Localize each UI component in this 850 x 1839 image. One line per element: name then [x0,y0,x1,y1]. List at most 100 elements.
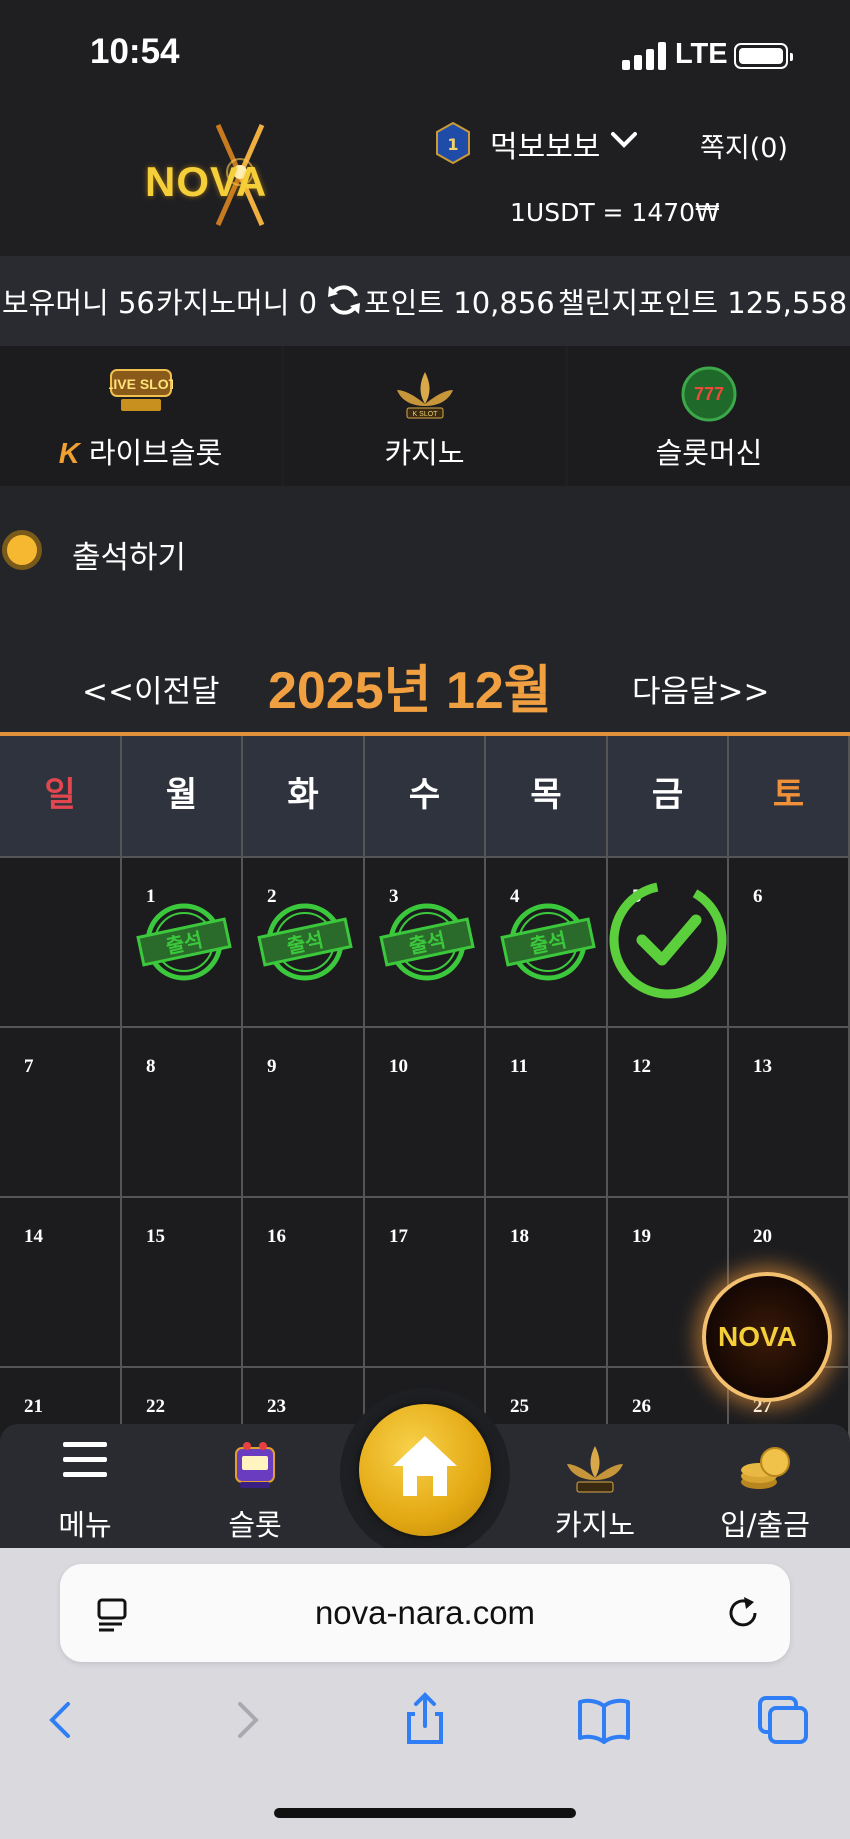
casino-money-balance: 카지노머니 0 [156,286,318,320]
weekday-header: 수 [365,736,486,858]
status-time: 10:54 [90,32,180,71]
day-number: 10 [389,1056,408,1077]
calendar-day: 16 [243,1198,365,1368]
live-slot-icon: LIVE SLOT [109,369,173,411]
tab-casino[interactable]: K SLOT 카지노 [284,346,565,486]
calendar-day: 2 출석 [243,858,365,1028]
nav-casino-label: 카지노 [554,1508,636,1542]
slot-machine-icon [235,1442,275,1488]
svg-text:777: 777 [694,384,724,404]
forward-icon[interactable] [216,1690,276,1750]
tab-live-slot[interactable]: LIVE SLOT K 라이브슬롯 [0,346,281,486]
day-number: 26 [632,1396,651,1417]
day-number: 8 [146,1056,156,1077]
day-number: 9 [267,1056,277,1077]
day-number: 25 [510,1396,529,1417]
floating-nova-button[interactable]: NOVA [702,1272,832,1402]
nav-slot-label: 슬롯 [228,1508,282,1542]
day-number: 17 [389,1226,408,1247]
calendar-day: 17 [365,1198,486,1368]
casino-lotus-icon: K SLOT [396,372,453,419]
logo-text: NOVA [145,158,268,205]
attendance-title: 출석하기 [72,540,187,576]
day-number: 22 [146,1396,165,1417]
svg-text:1: 1 [447,135,458,154]
challenge-point-balance: 챌린지포인트 125,558 [558,286,848,320]
calendar-day: 15 [122,1198,243,1368]
nav-casino[interactable]: 카지노 [520,1424,670,1548]
today-check-icon [609,881,727,999]
attendance-stamp-icon: 출석 [379,903,475,981]
calendar-day: 12 [608,1028,729,1198]
nav-slot[interactable]: 슬롯 [180,1424,330,1548]
exchange-rate: 1USDT = 1470₩ [510,198,720,227]
svg-text:LIVE SLOT: LIVE SLOT [109,376,173,392]
calendar-day: 13 [729,1028,850,1198]
share-icon[interactable] [395,1690,455,1750]
day-number: 6 [753,886,763,907]
day-number: 18 [510,1226,529,1247]
attendance-header: 출석하기 <<이전달 2025년 12월 다음달>> [0,486,850,732]
day-number: 7 [24,1056,34,1077]
calendar-day: 5 [608,858,729,1028]
point-balance: 포인트 10,856 [364,286,555,320]
chevron-down-icon[interactable] [610,130,638,150]
calendar-day: 9 [243,1028,365,1198]
next-month-button[interactable]: 다음달>> [632,666,770,711]
tab-label-live-slot: 라이브슬롯 [88,436,223,470]
calendar-day [0,858,122,1028]
day-number: 21 [24,1396,43,1417]
tabs-icon[interactable] [754,1690,814,1750]
back-icon[interactable] [32,1690,92,1750]
calendar-day: 3 출석 [365,858,486,1028]
nav-menu[interactable]: 메뉴 [10,1424,160,1548]
rank-badge-icon: 1 [436,122,470,164]
attendance-stamp-icon: 출석 [500,903,596,981]
battery-icon [734,43,793,69]
casino-lotus-icon [567,1446,623,1493]
address-bar[interactable]: nova-nara.com [60,1564,790,1662]
home-indicator [274,1808,576,1818]
refresh-icon[interactable] [326,282,362,318]
k-brand-icon: K [58,438,80,470]
tab-slot-machine[interactable]: 777 슬롯머신 [568,346,850,486]
day-number: 23 [267,1396,286,1417]
network-label: LTE [675,38,728,70]
nav-deposit-withdraw[interactable]: 입/출금 [690,1424,840,1548]
url-text: nova-nara.com [314,1594,536,1631]
signal-icon [622,42,666,70]
coins-icon [741,1447,790,1489]
weekday-header: 금 [608,736,729,858]
money-balance: 보유머니 56 [2,286,155,320]
messages-link[interactable]: 쪽지(0) [700,126,788,165]
calendar-day: 14 [0,1198,122,1368]
calendar-day: 4 출석 [486,858,608,1028]
game-category-tabs: LIVE SLOT K 라이브슬롯 K SLOT 카지노 777 슬롯머신 [0,346,850,486]
home-button[interactable] [359,1404,491,1536]
user-name[interactable]: 먹보보보 [490,122,600,166]
calendar-day: 7 [0,1028,122,1198]
bookmarks-icon[interactable] [574,1690,634,1750]
slots-777-icon: 777 [681,366,737,422]
nav-deposit-withdraw-label: 입/출금 [720,1508,810,1542]
attendance-stamp-icon: 출석 [257,903,353,981]
calendar-day: 18 [486,1198,608,1368]
balance-bar: 보유머니 56 카지노머니 0 포인트 10,856 챌린지포인트 125,55… [0,256,850,346]
site-header: NOVA 1 먹보보보 쪽지(0) 1USDT = 1470₩ [0,100,850,256]
hamburger-icon [63,1442,107,1477]
nova-logo[interactable]: NOVA [140,120,320,230]
day-number: 11 [510,1056,528,1077]
nav-menu-label: 메뉴 [58,1508,112,1542]
status-bar: 10:54 LTE [0,0,850,100]
day-number: 12 [632,1056,651,1077]
tab-label-casino: 카지노 [384,436,465,470]
home-icon [393,1436,457,1496]
prev-month-button[interactable]: <<이전달 [82,666,220,711]
tab-label-slot-machine: 슬롯머신 [655,436,763,470]
day-number: 14 [24,1226,43,1247]
day-number: 15 [146,1226,165,1247]
calendar-day: 6 [729,858,850,1028]
reload-icon[interactable] [724,1594,762,1632]
attendance-stamp-icon: 출석 [136,903,232,981]
browser-toolbar: nova-nara.com [0,1548,850,1839]
